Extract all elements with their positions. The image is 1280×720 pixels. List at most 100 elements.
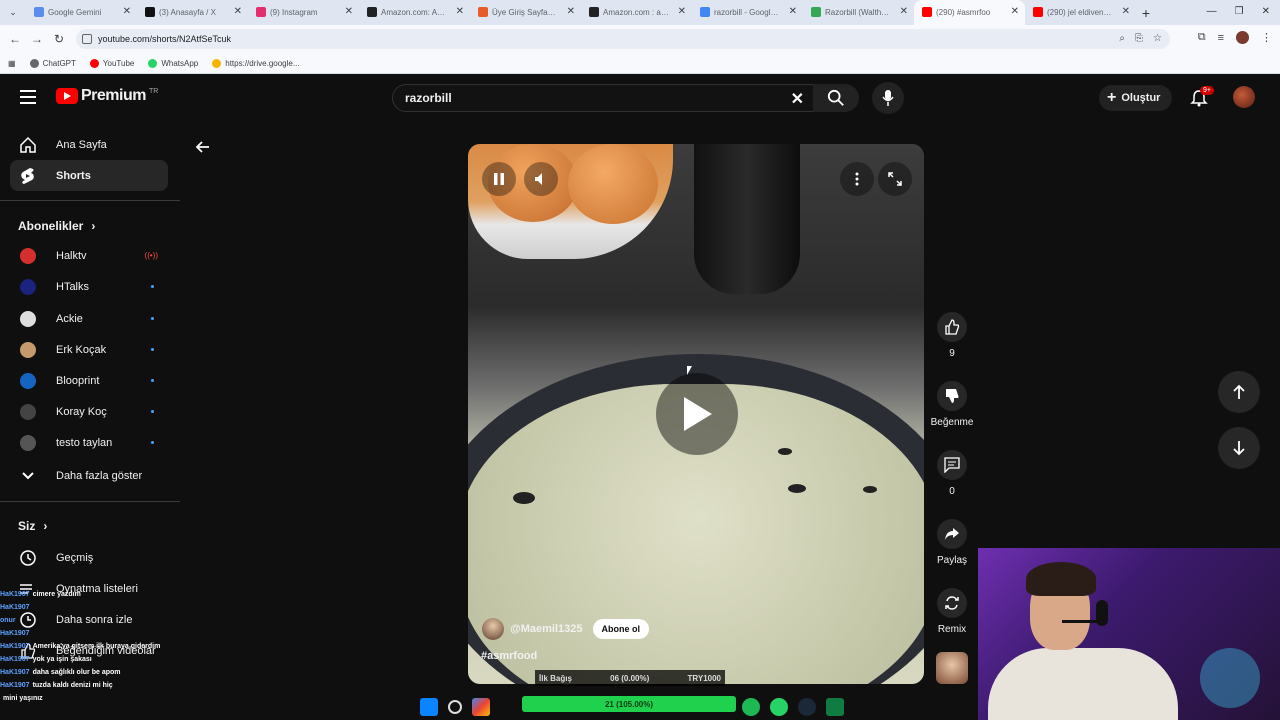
sidebar-channel[interactable]: HTalks xyxy=(10,271,168,302)
pause-button[interactable] xyxy=(482,162,516,196)
close-tab-icon[interactable]: ✕ xyxy=(789,6,797,17)
windows-start-icon[interactable] xyxy=(420,697,438,716)
tab-title: Razorbill (Waltham xyxy=(825,8,891,17)
create-button[interactable]: + Oluştur xyxy=(1099,85,1173,111)
browser-tab[interactable]: Amazon.com : asus ✕ xyxy=(581,0,692,25)
comments-button[interactable] xyxy=(937,450,967,480)
url-field[interactable]: youtube.com/shorts/N2AtfSeTcuk ⌕ ⎘ ☆ xyxy=(76,29,1170,49)
tab-favicon-icon xyxy=(589,7,599,17)
short-video-player[interactable]: @Maemil1325 Abone ol #asmrfood xyxy=(468,144,924,684)
sidebar-channel[interactable]: Erk Koçak xyxy=(10,334,168,365)
dislike-button[interactable] xyxy=(937,381,967,411)
browser-tab[interactable]: (290) jel eldiven - Yo ✕ xyxy=(1025,0,1136,25)
sidebar-channel[interactable]: Koray Koç xyxy=(10,396,168,427)
channel-name: testo taylan xyxy=(56,436,113,449)
close-tab-icon[interactable]: ✕ xyxy=(1011,6,1019,17)
youtube-logo[interactable]: Premium TR xyxy=(56,87,158,105)
new-tab-button[interactable]: + xyxy=(1136,5,1156,21)
account-avatar[interactable] xyxy=(1233,86,1255,108)
sidebar-channel[interactable]: Ackie xyxy=(10,303,168,334)
fullscreen-button[interactable] xyxy=(878,162,912,196)
bookmark-item[interactable]: YouTube xyxy=(89,58,134,68)
voice-search-button[interactable] xyxy=(872,82,904,114)
subscribe-button[interactable]: Abone ol xyxy=(592,619,649,639)
extensions-icon[interactable]: ⧉ xyxy=(1198,31,1206,44)
search-button[interactable] xyxy=(813,84,859,112)
close-tab-icon[interactable]: ✕ xyxy=(456,6,464,17)
channel-avatar[interactable] xyxy=(482,618,504,640)
short-hashtag[interactable]: #asmrfood xyxy=(481,650,537,662)
show-more-button[interactable]: Daha fazla göster xyxy=(10,460,168,491)
browser-tab[interactable]: (9) Instagram ✕ xyxy=(248,0,359,25)
back-icon[interactable]: ← xyxy=(4,32,26,46)
apps-grid-icon[interactable]: ▦ xyxy=(8,59,16,68)
sidebar-item-home[interactable]: Ana Sayfa xyxy=(10,129,168,160)
profile-avatar[interactable] xyxy=(1236,31,1249,44)
play-button[interactable] xyxy=(656,373,738,455)
close-tab-icon[interactable]: ✕ xyxy=(900,6,908,17)
cast-icon[interactable]: ⎘ xyxy=(1135,33,1143,44)
share-button[interactable] xyxy=(937,519,967,549)
chat-username: HaK1907 xyxy=(0,591,30,598)
tab-title: Amazon.com: ASUS xyxy=(381,8,447,17)
close-tab-icon[interactable]: ✕ xyxy=(678,6,686,17)
maximize-icon[interactable]: ❐ xyxy=(1235,6,1244,17)
mute-button[interactable] xyxy=(524,162,558,196)
more-options-button[interactable] xyxy=(840,162,874,196)
minimize-icon[interactable]: — xyxy=(1207,6,1217,17)
steam-icon[interactable] xyxy=(798,697,816,716)
bookmark-item[interactable]: https://drive.google... xyxy=(212,58,300,68)
egg-image xyxy=(568,144,658,224)
browser-tab[interactable]: (290) #asmrfoo ✕ xyxy=(914,0,1025,25)
audio-source-thumbnail[interactable] xyxy=(936,652,968,684)
close-window-icon[interactable]: ✕ xyxy=(1262,6,1270,17)
taskbar-search-icon[interactable] xyxy=(448,699,462,714)
clear-search-icon[interactable]: ✕ xyxy=(791,89,804,109)
share-label: Paylaş xyxy=(936,555,967,566)
excel-icon[interactable] xyxy=(826,697,844,716)
back-button[interactable] xyxy=(194,138,212,161)
search-input[interactable]: razorbill ✕ xyxy=(392,84,819,112)
spotify-icon[interactable] xyxy=(742,697,760,716)
channel-handle[interactable]: @Maemil1325 xyxy=(510,623,583,635)
channel-avatar xyxy=(19,278,37,296)
media-control-icon[interactable]: ≡ xyxy=(1218,32,1224,44)
close-tab-icon[interactable]: ✕ xyxy=(123,6,131,17)
browser-menu-icon[interactable]: ⋮ xyxy=(1261,31,1272,44)
bookmark-star-icon[interactable]: ☆ xyxy=(1153,33,1162,44)
sidebar-channel[interactable]: Blooprint xyxy=(10,365,168,396)
tab-title: (290) jel eldiven - Yo xyxy=(1047,8,1113,17)
close-tab-icon[interactable]: ✕ xyxy=(567,6,575,17)
like-button[interactable] xyxy=(937,312,967,342)
browser-tab[interactable]: Amazon.com: ASUS ✕ xyxy=(359,0,470,25)
tab-search-icon[interactable]: ⌄ xyxy=(0,0,26,25)
browser-tab[interactable]: razorbill - Google'd ✕ xyxy=(692,0,803,25)
browser-tab[interactable]: Google Gemini ✕ xyxy=(26,0,137,25)
bookmark-item[interactable]: WhatsApp xyxy=(148,58,198,68)
next-short-button[interactable] xyxy=(1218,427,1260,469)
bookmark-item[interactable]: ChatGPT xyxy=(29,58,76,68)
sidebar-item-shorts[interactable]: Shorts xyxy=(10,160,168,191)
whatsapp-icon[interactable] xyxy=(770,697,788,716)
close-tab-icon[interactable]: ✕ xyxy=(345,6,353,17)
sidebar-item-history[interactable]: Geçmiş xyxy=(10,542,168,573)
browser-tab[interactable]: Razorbill (Waltham ✕ xyxy=(803,0,914,25)
close-tab-icon[interactable]: ✕ xyxy=(1122,6,1130,17)
you-heading[interactable]: Siz › xyxy=(18,519,47,533)
remix-button[interactable] xyxy=(937,588,967,618)
close-tab-icon[interactable]: ✕ xyxy=(234,6,242,17)
previous-short-button[interactable] xyxy=(1218,371,1260,413)
sidebar-channel[interactable]: testo taylan xyxy=(10,427,168,458)
menu-icon[interactable] xyxy=(20,90,36,104)
forward-icon[interactable]: → xyxy=(26,32,48,46)
site-info-icon[interactable] xyxy=(82,34,92,44)
ticker-value: 06 (0.00%) xyxy=(610,673,650,683)
zoom-icon[interactable]: ⌕ xyxy=(1119,33,1125,44)
browser-tab[interactable]: (3) Anasayfa / X ✕ xyxy=(137,0,248,25)
sidebar-channel[interactable]: Halktv ((•)) xyxy=(10,240,168,271)
reload-icon[interactable]: ↻ xyxy=(48,32,70,46)
arrow-down-icon xyxy=(1233,441,1245,456)
browser-tab[interactable]: Üye Giriş Sayfası & ✕ xyxy=(470,0,581,25)
copilot-icon[interactable] xyxy=(472,697,490,716)
subscriptions-heading[interactable]: Abonelikler › xyxy=(18,219,95,233)
